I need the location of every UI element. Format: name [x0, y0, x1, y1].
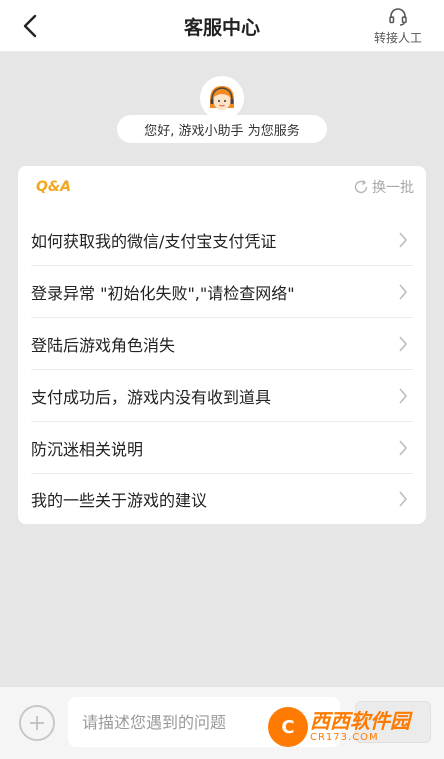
qa-item[interactable]: 我的一些关于游戏的建议 [18, 473, 426, 525]
chevron-right-icon [399, 284, 408, 300]
qa-item[interactable]: 如何获取我的微信/支付宝支付凭证 [18, 214, 426, 266]
chevron-left-icon [23, 14, 37, 38]
back-button[interactable] [14, 10, 46, 42]
support-agent-avatar-icon [205, 81, 239, 115]
transfer-to-human-button[interactable]: 转接人工 [370, 7, 426, 47]
refresh-label: 换一批 [372, 180, 414, 196]
qa-item[interactable]: 支付成功后，游戏内没有收到道具 [18, 370, 426, 422]
chevron-right-icon [399, 232, 408, 248]
qa-logo: Q&A [36, 179, 71, 195]
qa-question: 登陆后游戏角色消失 [31, 336, 176, 355]
message-input-bar [0, 686, 444, 759]
chevron-right-icon [399, 491, 408, 507]
refresh-icon [354, 180, 368, 194]
greeting-bubble: 您好, 游戏小助手 为您服务 [117, 115, 327, 143]
app-header: 客服中心 转接人工 [0, 0, 444, 52]
qa-question: 支付成功后，游戏内没有收到道具 [31, 388, 272, 407]
qa-question: 登录异常 "初始化失败","请检查网络" [31, 284, 295, 303]
message-input[interactable] [68, 697, 340, 747]
qa-item[interactable]: 登录异常 "初始化失败","请检查网络" [18, 266, 426, 318]
chevron-right-icon [399, 440, 408, 456]
chevron-right-icon [399, 336, 408, 352]
transfer-label: 转接人工 [373, 31, 422, 45]
refresh-batch-button[interactable]: 换一批 [353, 177, 414, 197]
qa-item[interactable]: 防沉迷相关说明 [18, 422, 426, 474]
send-button[interactable] [355, 701, 431, 743]
qa-item[interactable]: 登陆后游戏角色消失 [18, 318, 426, 370]
qa-question: 如何获取我的微信/支付宝支付凭证 [31, 232, 277, 251]
add-attachment-button[interactable] [19, 705, 55, 741]
plus-icon [30, 716, 44, 730]
qa-card: Q&A 换一批 如何获取我的微信/支付宝支付凭证 登录异常 "初始化失败","请… [18, 166, 426, 524]
qa-header: Q&A 换一批 [18, 166, 426, 208]
chevron-right-icon [399, 388, 408, 404]
headset-icon [389, 8, 407, 26]
qa-question: 防沉迷相关说明 [31, 440, 144, 459]
qa-question: 我的一些关于游戏的建议 [31, 491, 208, 510]
assistant-avatar [200, 76, 244, 120]
